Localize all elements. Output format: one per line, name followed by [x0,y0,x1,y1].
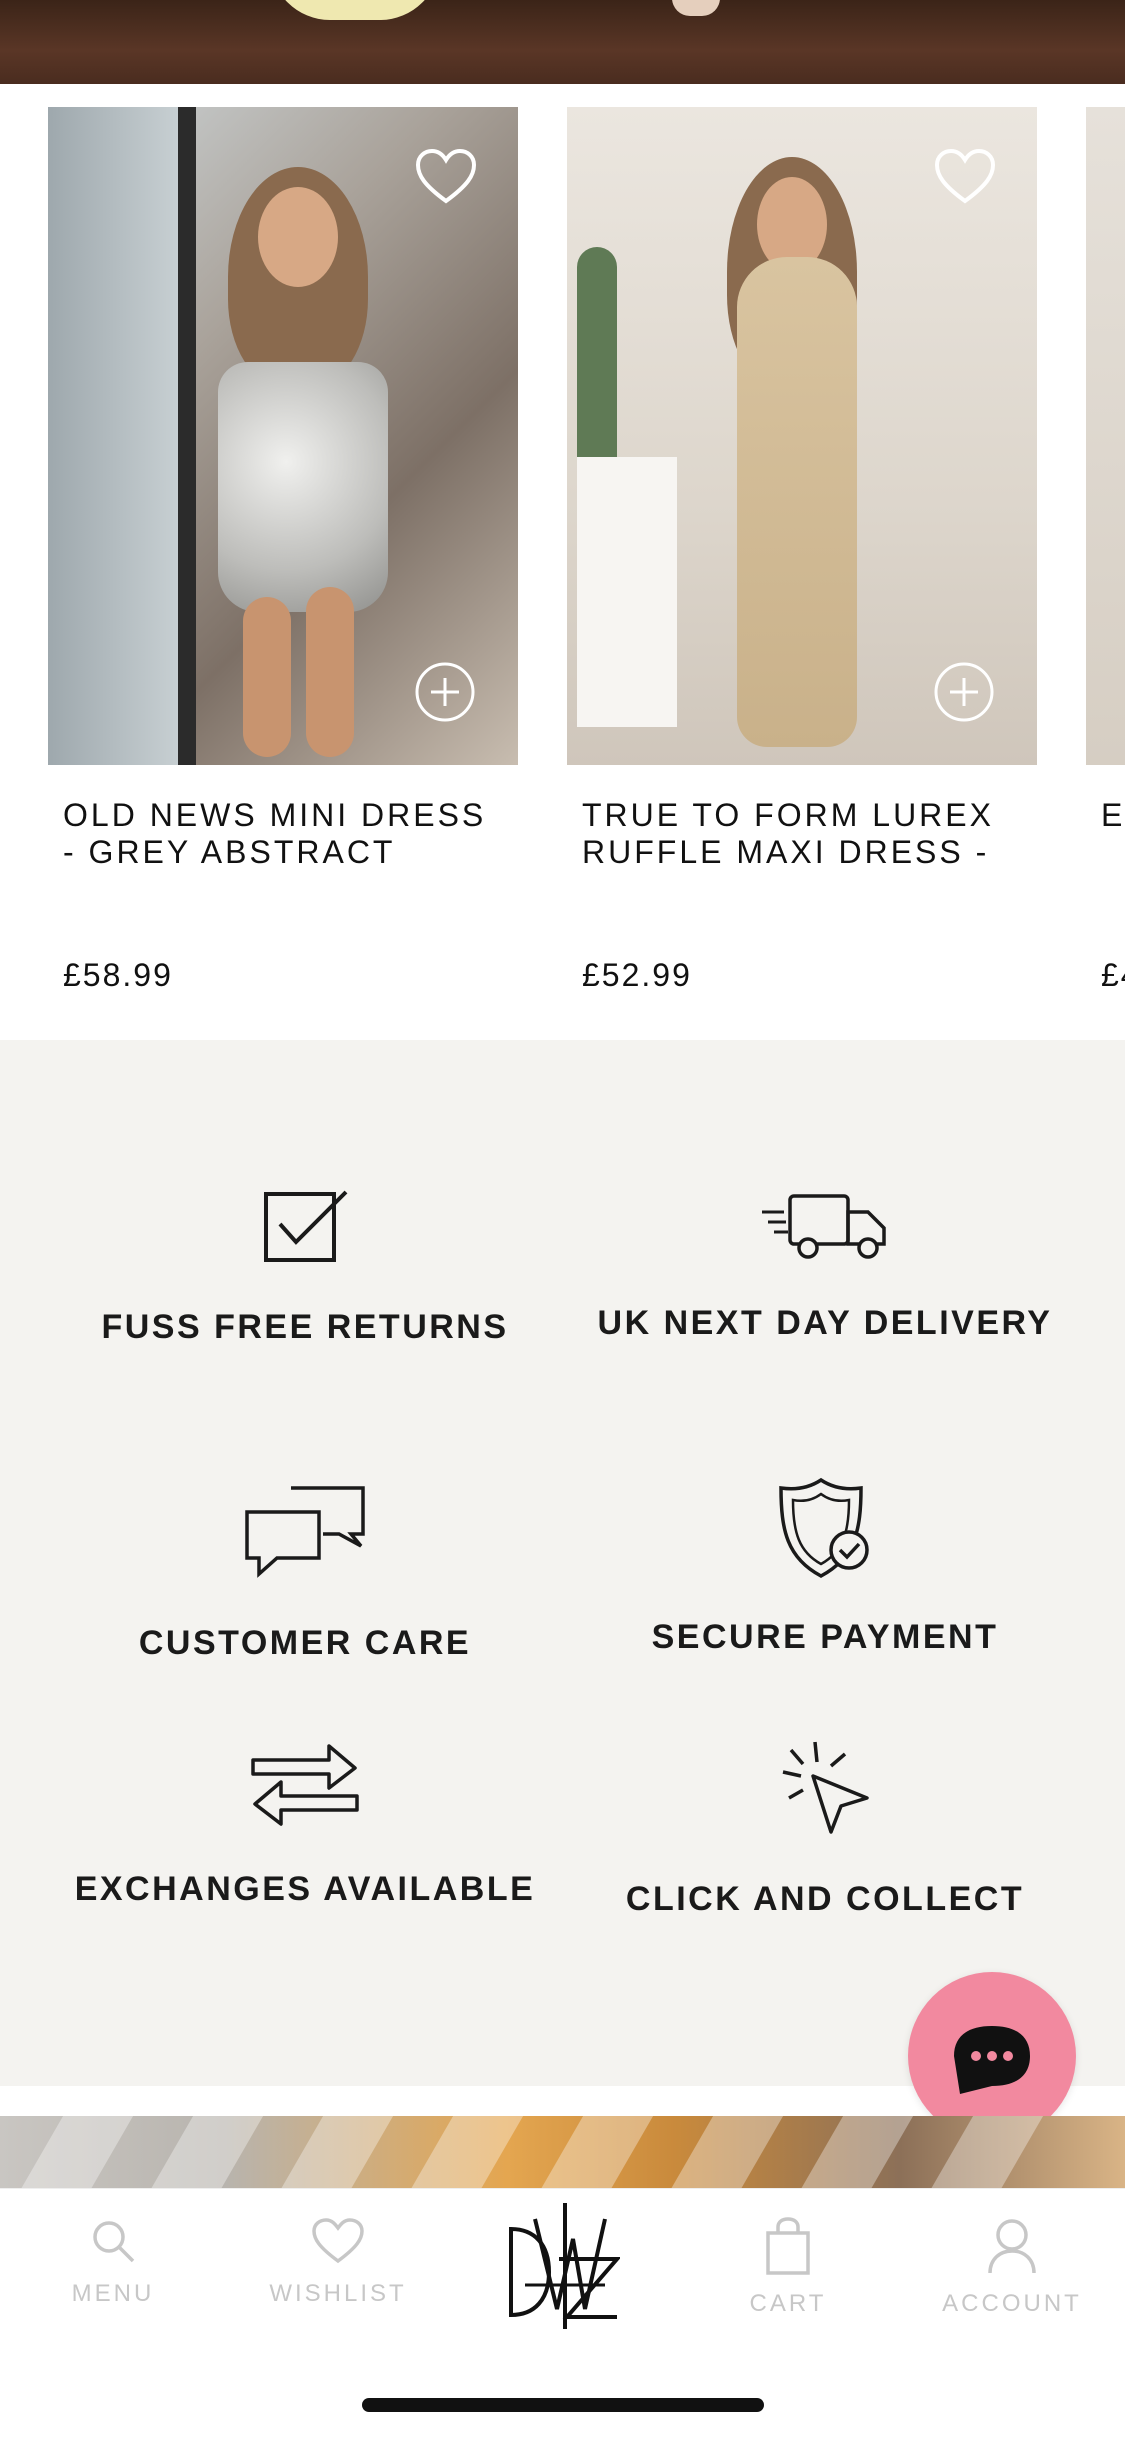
feature-uk-next-day-delivery: UK NEXT DAY DELIVERY [565,1192,1085,1344]
service-features: FUSS FREE RETURNS UK NEXT DAY DELIVERY C… [0,1040,1125,2086]
user-icon [988,2219,1036,2274]
promo-stripe [915,2116,1055,2188]
product-carousel[interactable]: OLD NEWS MINI DRESS - GREY ABSTRACT £58.… [0,84,1125,1040]
product-name[interactable]: OLD NEWS MINI DRESS - GREY ABSTRACT [63,797,503,871]
promo-stripe [655,2116,795,2188]
wishlist-heart-icon[interactable] [414,147,478,207]
dress-grey-abstract [218,362,388,612]
feature-label: CLICK AND COLLECT [625,1880,1025,1918]
feature-label: SECURE PAYMENT [651,1618,999,1656]
top-banner-image[interactable] [0,0,1125,84]
banner-dress-hem [270,0,440,20]
tab-label: MENU [71,2280,155,2307]
dmz-logo[interactable] [505,2199,620,2334]
feature-label: FUSS FREE RETURNS [101,1308,509,1346]
dress-lurex-ruffle-maxi [737,257,857,747]
feature-customer-care: CUSTOMER CARE [45,1484,565,1664]
white-plinth [577,457,677,727]
promo-stripe [265,2116,405,2188]
promo-stripe [395,2116,535,2188]
banner-shoe [672,0,720,16]
feature-click-and-collect: CLICK AND COLLECT [565,1736,1085,1920]
model-face [258,187,338,287]
chat-ellipsis-icon [954,2026,1030,2094]
checkbox-icon [264,1190,348,1262]
tab-menu[interactable]: MENU [13,2217,213,2308]
search-icon [93,2221,135,2263]
tab-cart[interactable]: CART [688,2217,888,2318]
product-image[interactable] [567,107,1037,765]
model-leg [243,597,291,757]
heart-icon [312,2218,364,2264]
promo-stripe [525,2116,665,2188]
tab-label: WISHLIST [269,2280,407,2307]
model-leg [306,587,354,757]
chat-support-button[interactable] [908,1972,1076,2140]
tab-account[interactable]: ACCOUNT [912,2217,1112,2318]
promo-banner-image[interactable] [0,2116,1125,2188]
tab-label: ACCOUNT [942,2290,1082,2317]
quick-add-plus-icon[interactable] [414,661,476,723]
wishlist-heart-icon[interactable] [933,147,997,207]
feature-label: CUSTOMER CARE [138,1624,472,1662]
door-frame [48,107,196,765]
feature-exchanges-available: EXCHANGES AVAILABLE [45,1740,565,1910]
quick-add-plus-icon[interactable] [933,661,995,723]
promo-stripe [135,2116,275,2188]
product-price: £58.99 [63,957,173,993]
product-image[interactable] [48,107,518,765]
cursor-click-icon [782,1741,869,1834]
product-name[interactable]: E M [1101,797,1125,834]
product-price: £4 [1101,957,1125,993]
exchange-arrows-icon [251,1744,359,1826]
tab-wishlist[interactable]: WISHLIST [238,2217,438,2308]
shield-check-icon [779,1477,869,1578]
promo-stripe [785,2116,925,2188]
home-indicator[interactable] [362,2398,764,2412]
delivery-truck-icon [762,1194,886,1259]
product-price: £52.99 [582,957,692,993]
product-name[interactable]: TRUE TO FORM LUREX RUFFLE MAXI DRESS - [582,797,1022,871]
feature-fuss-free-returns: FUSS FREE RETURNS [45,1188,565,1348]
tab-label: CART [749,2290,827,2317]
product-image[interactable] [1086,107,1125,765]
feature-secure-payment: SECURE PAYMENT [565,1476,1085,1658]
shopping-bag-icon [766,2217,810,2275]
promo-stripe [5,2116,145,2188]
chat-bubbles-icon [245,1486,365,1578]
feature-label: UK NEXT DAY DELIVERY [597,1304,1053,1342]
feature-label: EXCHANGES AVAILABLE [74,1870,536,1908]
